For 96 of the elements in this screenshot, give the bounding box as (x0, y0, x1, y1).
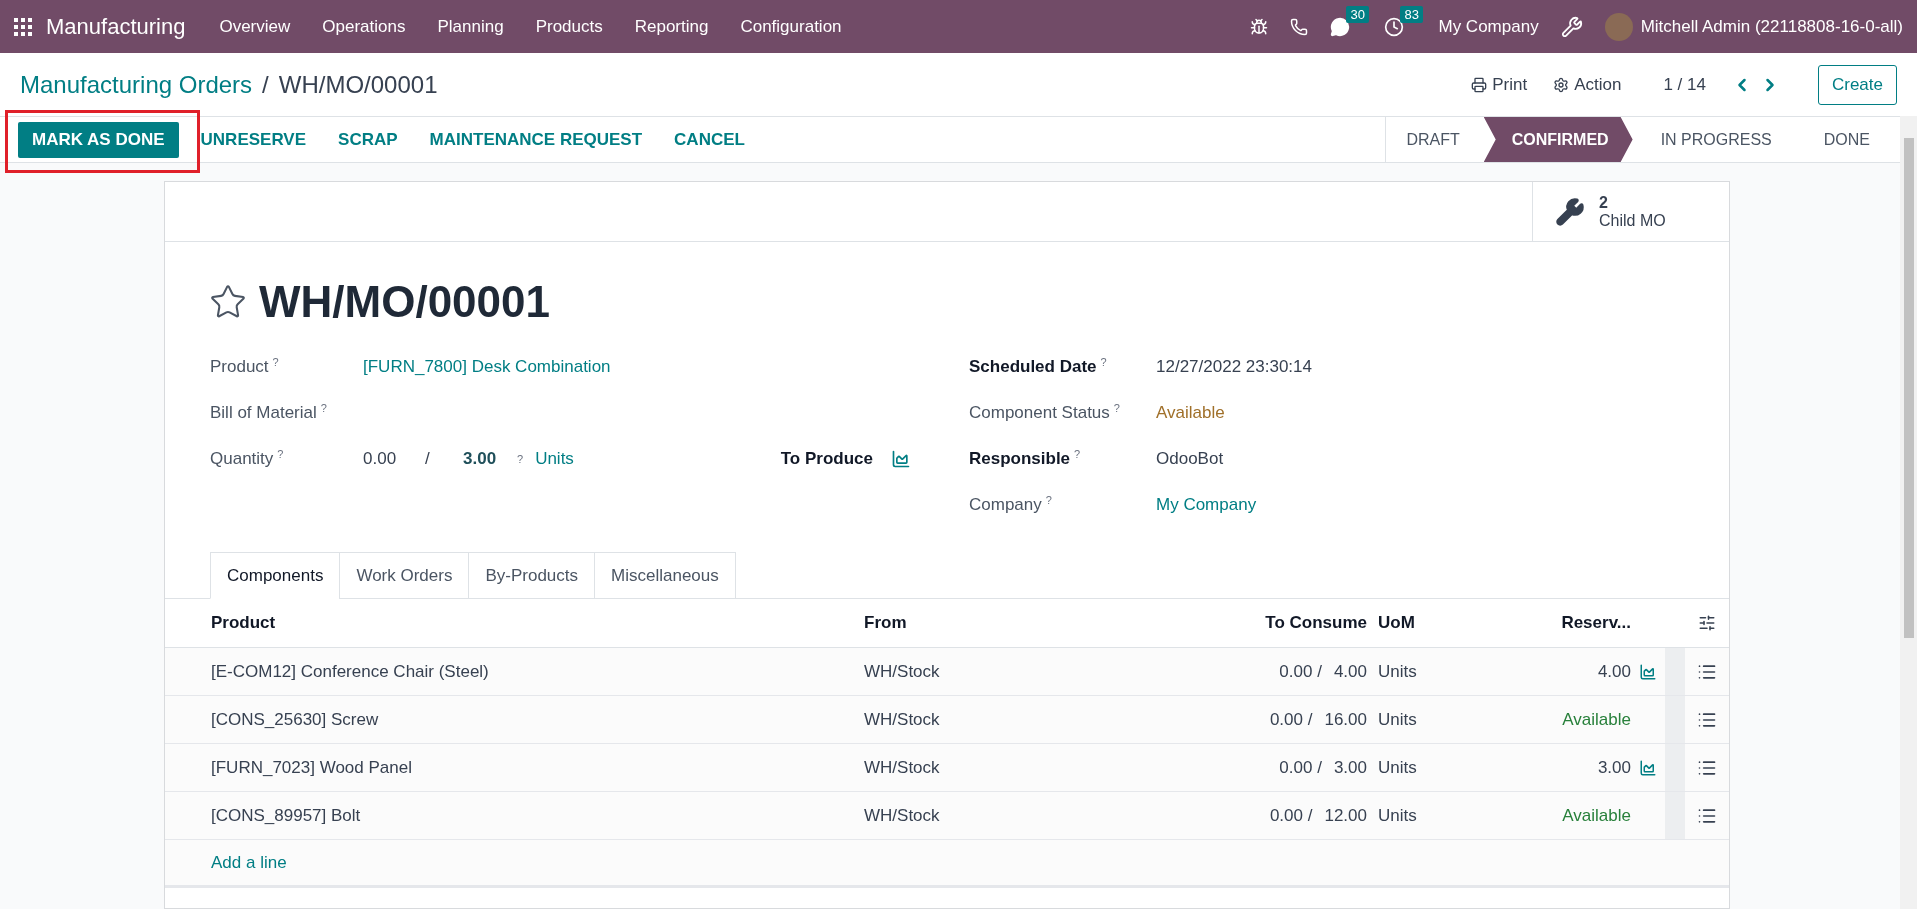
app-name[interactable]: Manufacturing (46, 13, 186, 40)
field-label: Product $^{?}$ (210, 356, 280, 378)
notebook-tab[interactable]: Components (210, 552, 341, 599)
apps-menu-icon[interactable] (14, 17, 32, 36)
table-cell: 0.00 / (1279, 757, 1322, 778)
wrench-icon (1555, 196, 1585, 227)
chat-count-badge: 30 (1346, 5, 1369, 23)
nav-menu-item[interactable]: Overview (203, 16, 307, 37)
field-value: OdooBot (1156, 449, 1225, 469)
forecast-chart-icon[interactable] (891, 449, 911, 469)
nav-menu-item[interactable]: Operations (306, 16, 422, 37)
scrollbar-thumb[interactable] (1903, 138, 1914, 638)
table-cell-text: [FURN_7023] Wood Panel (211, 757, 413, 778)
help-mark: ? (517, 453, 524, 465)
user-name[interactable]: Mitchell Admin (22118808-16-0-all) (1640, 16, 1903, 37)
bug-icon[interactable] (1250, 17, 1269, 36)
child-mo-button[interactable]: 2 Child MO (1532, 182, 1729, 241)
action-button[interactable]: CANCEL (660, 121, 759, 158)
table-cell-text: Units (1377, 709, 1418, 730)
table-cell: 16.00 (1324, 709, 1367, 730)
table-cell: 4.00 (1333, 661, 1367, 682)
field-label: Company $^{?}$ (969, 494, 1053, 516)
produced-quantity[interactable]: 0.00 (363, 449, 425, 469)
create-button[interactable]: Create (1817, 64, 1897, 105)
action-button[interactable]: SCRAP (324, 121, 412, 158)
table-cell-text: [CONS_25630] Screw (211, 709, 380, 730)
action-button[interactable]: Action (1553, 74, 1622, 95)
table-cell-text: WH/Stock (864, 661, 941, 682)
table-cell: 0.00 / (1269, 805, 1313, 826)
add-line-link[interactable]: Add a line (211, 852, 287, 873)
column-header[interactable]: Product (211, 613, 864, 633)
table-row[interactable]: [FURN_7023] Wood Panel WH/Stock 0.00 / 3.00 Units 3.00 (165, 744, 1729, 792)
table-cell: 0.00 / (1279, 661, 1322, 682)
nav-menu-item[interactable]: Reporting (618, 16, 725, 37)
unit-link[interactable]: Units (535, 449, 574, 469)
action-button[interactable]: MAINTENANCE REQUEST (415, 121, 657, 158)
table-cell: 12.00 (1324, 805, 1367, 826)
notebook-tab[interactable]: Miscellaneous (594, 552, 736, 599)
column-settings-icon[interactable] (1698, 614, 1716, 632)
printer-icon (1471, 76, 1488, 93)
notebook-tab[interactable]: Work Orders (339, 552, 470, 599)
table-cell-text: 3.00 (1596, 757, 1631, 778)
table-cell-text: Available (1561, 709, 1631, 730)
table-cell-text: Units (1377, 757, 1418, 778)
table-cell-text: Units (1377, 805, 1418, 826)
field-value[interactable]: My Company (1156, 495, 1729, 515)
table-row[interactable]: [E-COM12] Conference Chair (Steel) WH/Stock 0.00 / 4.00 Units 4.00 (165, 648, 1729, 696)
quantity-separator: / (425, 449, 431, 469)
forecast-chart-icon[interactable] (1639, 758, 1657, 777)
field-label: Responsible $^{?}$ (969, 448, 1082, 470)
table-cell-text: [CONS_89957] Bolt (211, 805, 362, 826)
table-cell-text: 4.00 (1596, 661, 1631, 682)
table-cell-text: WH/Stock (864, 805, 941, 826)
table-cell-text: Units (1377, 661, 1418, 682)
field-value: Available (1156, 403, 1226, 423)
phone-icon[interactable] (1290, 17, 1309, 36)
field-label: Bill of Material $^{?}$ (210, 402, 328, 424)
field-value: 12/27/2022 23:30:14 (1156, 357, 1313, 377)
forecast-chart-icon[interactable] (1639, 662, 1657, 681)
table-cell-text: WH/Stock (864, 709, 941, 730)
product-link[interactable]: [FURN_7800] Desk Combination (363, 357, 969, 377)
table-row[interactable]: [CONS_25630] Screw WH/Stock 0.00 / 16.00 Units Available (165, 696, 1729, 744)
column-header[interactable]: To Consume (1214, 613, 1367, 633)
column-header[interactable]: UoM (1367, 613, 1515, 633)
status-stage[interactable]: CONFIRMED (1483, 117, 1633, 162)
company-switcher[interactable]: My Company (1438, 16, 1539, 37)
gear-icon (1553, 76, 1570, 93)
nav-menu-item[interactable]: Planning (421, 16, 520, 37)
table-cell-text: [E-COM12] Conference Chair (Steel) (211, 661, 490, 682)
table-cell-text: Available (1561, 805, 1631, 826)
table-cell: 3.00 (1333, 757, 1367, 778)
field-label: Quantity $^{?}$ (210, 448, 285, 470)
table-cell-text: WH/Stock (864, 757, 941, 778)
table-row[interactable]: [CONS_89957] Bolt WH/Stock 0.00 / 12.00 Units Available (165, 792, 1729, 840)
planned-quantity[interactable]: 3.00 (463, 449, 513, 469)
table-cell: 0.00 / (1269, 709, 1313, 730)
record-title: WH/MO/00001 (259, 277, 550, 327)
field-label: Scheduled Date $^{?}$ (969, 356, 1108, 378)
nav-menu-item[interactable]: Configuration (724, 16, 858, 37)
field-label: Component Status $^{?}$ (969, 402, 1121, 424)
to-produce-label: To Produce (780, 449, 873, 469)
chat-icon[interactable] (1330, 16, 1351, 37)
breadcrumb-separator: / (262, 70, 269, 99)
sticky-column-strip (1665, 648, 1685, 695)
column-header[interactable]: From (864, 613, 1214, 633)
action-button[interactable]: MARK AS DONE (18, 121, 179, 158)
nav-menu-item[interactable]: Products (519, 16, 619, 37)
tools-icon[interactable] (1560, 15, 1583, 38)
action-button[interactable]: UNRESERVE (186, 121, 321, 158)
clock-icon[interactable] (1384, 16, 1405, 37)
breadcrumb-link[interactable]: Manufacturing Orders (20, 70, 253, 99)
column-header[interactable]: Reserv... (1515, 613, 1631, 633)
print-button[interactable]: Print (1471, 74, 1528, 95)
activity-count-badge: 83 (1400, 5, 1423, 23)
pager-value: 1 / 14 (1663, 74, 1706, 95)
breadcrumb-current: WH/MO/00001 (278, 70, 438, 99)
